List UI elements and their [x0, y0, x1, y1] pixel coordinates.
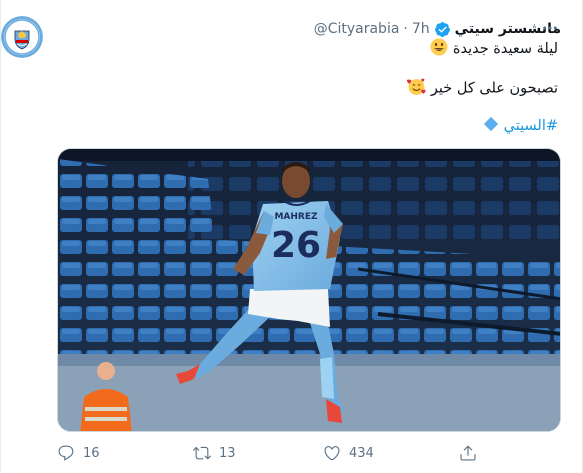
retweet-button[interactable]: 13	[193, 444, 236, 462]
hashtag-line: #السيتي	[483, 116, 558, 136]
reply-count: 16	[83, 445, 100, 461]
smiling-face-with-hearts-emoji-icon	[407, 77, 426, 100]
tweet-photo[interactable]: MAHREZ 26	[57, 148, 561, 432]
retweet-count: 13	[219, 445, 236, 461]
hashtag-link[interactable]: #السيتي	[504, 118, 558, 134]
jersey-name: MAHREZ	[274, 212, 318, 222]
reply-button[interactable]: 16	[57, 444, 100, 462]
tweet-card[interactable]: مانشستر سيتي @Cityarabia · 7h ليلة سعيدة…	[0, 0, 583, 473]
jersey-number: 26	[271, 225, 321, 266]
avatar[interactable]	[1, 16, 43, 58]
tweet-actions: 16 13 434	[57, 444, 497, 466]
tweet-text: تصبحون على كل خير	[430, 80, 558, 97]
grinning-face-emoji-icon	[430, 38, 448, 60]
tweet-time[interactable]: 7h	[412, 21, 430, 37]
meta-separator: ·	[403, 21, 408, 37]
verified-badge-icon	[434, 21, 451, 38]
tweet-text: ليلة سعيدة جديدة	[452, 41, 558, 57]
tweet-header: مانشستر سيتي @Cityarabia · 7h	[314, 19, 561, 39]
like-button[interactable]: 434	[323, 444, 374, 462]
reply-icon	[58, 445, 74, 461]
heart-icon	[324, 446, 340, 461]
handle[interactable]: @Cityarabia	[314, 21, 400, 37]
more-options-button[interactable]	[538, 18, 562, 38]
tweet-text-line-2: تصبحون على كل خير	[407, 77, 558, 100]
share-button[interactable]	[459, 444, 477, 462]
tweet-text-line-1: ليلة سعيدة جديدة	[430, 38, 558, 60]
retweet-icon	[193, 446, 211, 460]
blue-diamond-icon	[483, 116, 499, 136]
photo-illustration: MAHREZ 26	[58, 149, 560, 431]
more-dots-icon	[543, 26, 557, 30]
like-count: 434	[349, 445, 374, 461]
share-icon	[460, 445, 476, 461]
